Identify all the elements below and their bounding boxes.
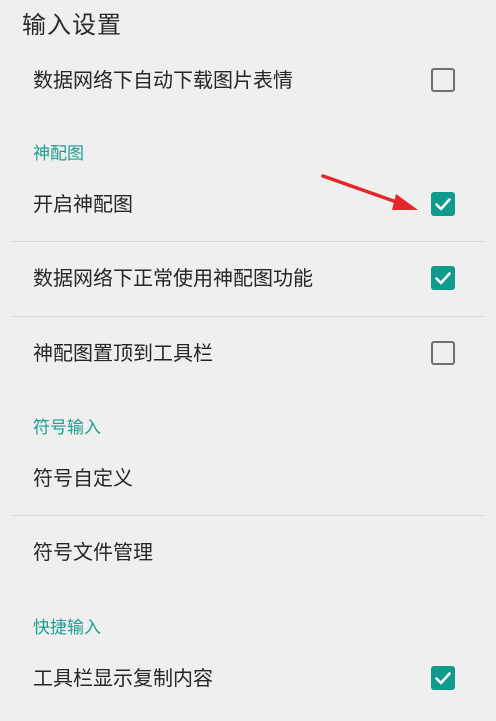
setting-row-shenpeitu-mobile-data[interactable]: 数据网络下正常使用神配图功能 [0,256,496,300]
checkmark-icon [435,672,451,685]
setting-label: 神配图置顶到工具栏 [33,341,213,365]
setting-label: 开启神配图 [33,192,133,216]
divider [11,316,485,317]
setting-label: 工具栏显示复制内容 [33,666,213,690]
divider [11,515,485,516]
setting-label: 数据网络下正常使用神配图功能 [33,266,313,290]
section-header-symbol-input: 符号输入 [33,418,101,438]
toolbar-show-copy-checkbox[interactable] [431,666,455,690]
auto-download-images-checkbox[interactable] [431,68,455,92]
shenpeitu-pin-toolbar-checkbox[interactable] [431,341,455,365]
enable-shenpeitu-checkbox[interactable] [431,192,455,216]
setting-row-toolbar-show-copy[interactable]: 工具栏显示复制内容 [0,656,496,700]
section-header-shenpeitu: 神配图 [33,144,84,164]
setting-label: 符号文件管理 [33,540,153,564]
checkmark-icon [435,198,451,211]
setting-row-symbol-custom[interactable]: 符号自定义 [0,456,496,500]
annotation-arrow-icon [321,174,418,210]
divider [11,241,485,242]
setting-row-auto-download-images[interactable]: 数据网络下自动下载图片表情 [0,58,496,102]
shenpeitu-mobile-data-checkbox[interactable] [431,266,455,290]
setting-row-shenpeitu-pin-toolbar[interactable]: 神配图置顶到工具栏 [0,331,496,375]
section-header-quick-input: 快捷输入 [33,618,101,638]
setting-label: 数据网络下自动下载图片表情 [33,68,293,92]
page-title: 输入设置 [22,11,122,39]
checkmark-icon [435,272,451,285]
setting-row-symbol-file-manage[interactable]: 符号文件管理 [0,530,496,574]
setting-label: 符号自定义 [33,466,133,490]
